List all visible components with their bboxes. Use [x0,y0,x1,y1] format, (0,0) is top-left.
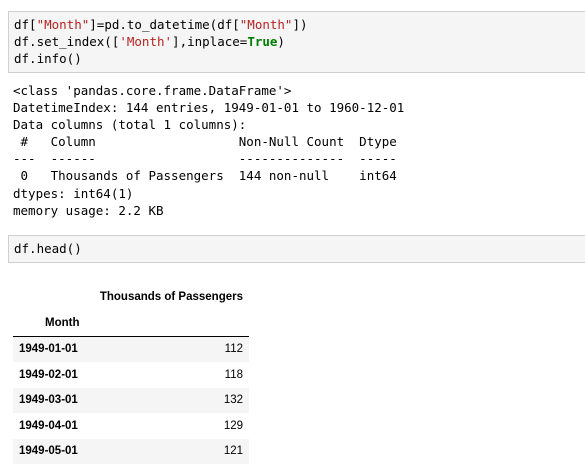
row-index: 1949-03-01 [19,394,78,407]
code-line: df.info() [14,51,82,66]
row-index: 1949-02-01 [19,368,78,381]
output-line: dtypes: int64(1) [13,185,134,201]
code-line: df.set_index(['Month'],inplace=True) [14,34,285,49]
output-line: # Column Non-Null Count Dtype [13,134,397,150]
code-line: df.head() [14,241,82,256]
row-index: 1949-05-01 [19,445,78,458]
row-index: 1949-01-01 [19,343,78,356]
output-line: Data columns (total 1 columns): [13,117,247,133]
code-line: df["Month"]=pd.to_datetime(df["Month"]) [14,17,308,32]
table-row: 1949-04-01 129 [13,413,249,439]
index-name-header: Month [13,310,89,337]
row-value: 129 [223,419,243,432]
table-row: 1949-05-01 121 [13,438,249,464]
dataframe-table: Thousands of Passengers Month 1949-01-01… [13,283,249,464]
header-spacer [13,283,88,310]
row-value: 121 [223,445,243,458]
output-line: memory usage: 2.2 KB [13,202,164,218]
code-editor[interactable]: df.head() [14,240,585,257]
code-editor[interactable]: df["Month"]=pd.to_datetime(df["Month"])d… [14,16,585,67]
table-header-row: Thousands of Passengers [13,283,249,310]
table-row: 1949-03-01 132 [13,387,249,413]
column-header: Thousands of Passengers [99,290,243,303]
output-line: 0 Thousands of Passengers 144 non-null i… [13,168,397,184]
cell-1-output: <class 'pandas.core.frame.DataFrame'> Dat… [13,82,583,219]
index-header-row: Month [13,310,249,337]
output-line: DatetimeIndex: 144 entries, 1949-01-01 t… [13,100,405,116]
row-value: 112 [224,343,243,356]
table-row: 1949-01-01 112 [13,336,249,362]
output-line: --- ------ -------------- ----- [13,151,397,167]
dataframe-output: Thousands of Passengers Month 1949-01-01… [13,283,253,464]
code-cell-1[interactable]: df["Month"]=pd.to_datetime(df["Month"])d… [8,11,585,73]
header-spacer [88,310,249,337]
table-row: 1949-02-01 118 [13,362,249,388]
row-value: 132 [223,394,243,407]
row-value: 118 [224,368,243,381]
output-line: <class 'pandas.core.frame.DataFrame'> [13,83,292,98]
code-cell-2[interactable]: df.head() [8,235,585,263]
row-index: 1949-04-01 [19,419,78,432]
